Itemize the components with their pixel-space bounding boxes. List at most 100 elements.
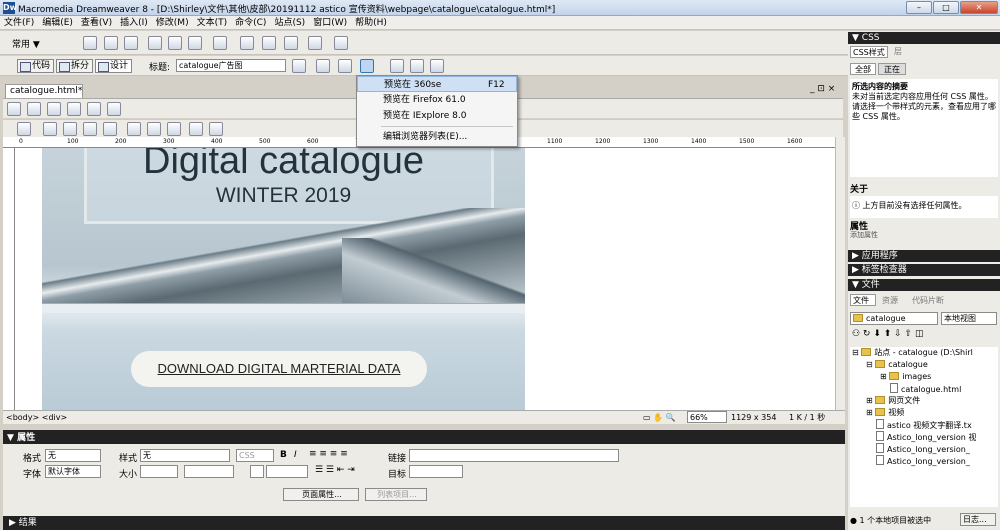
tab-assets[interactable]: 资源 xyxy=(882,295,898,306)
server-include-icon[interactable] xyxy=(262,36,276,50)
menu-insert[interactable]: 插入(I) xyxy=(116,16,152,30)
canvas-scrollbar[interactable] xyxy=(835,137,845,410)
menu-text[interactable]: 文本(T) xyxy=(193,16,232,30)
view-select[interactable]: 本地视图 xyxy=(941,312,997,325)
tag-selector[interactable]: <body> <div> xyxy=(6,411,67,424)
preview-iexplore-item[interactable]: 预览在 IExplore 8.0 xyxy=(357,108,517,124)
property-header[interactable]: ▼ 属性 xyxy=(3,432,845,444)
menu-commands[interactable]: 命令(C) xyxy=(231,16,270,30)
draw-table-icon[interactable] xyxy=(67,102,81,116)
open-icon[interactable] xyxy=(43,122,57,136)
refresh-icon[interactable] xyxy=(390,59,404,73)
preview-browser-icon[interactable] xyxy=(360,59,374,73)
tree-images-folder[interactable]: ⊞ images xyxy=(852,371,998,383)
style-select[interactable]: 无 xyxy=(140,449,230,462)
table-icon[interactable] xyxy=(148,36,162,50)
draw-cell-icon[interactable] xyxy=(87,102,101,116)
menu-window[interactable]: 窗口(W) xyxy=(309,16,351,30)
paste-icon[interactable] xyxy=(167,122,181,136)
tab-snippets[interactable]: 代码片断 xyxy=(912,295,944,306)
css-button[interactable]: CSS xyxy=(236,449,274,462)
tree-file[interactable]: Astico_long_version_ xyxy=(852,455,998,467)
frame-icon[interactable] xyxy=(107,102,121,116)
template-icon[interactable] xyxy=(308,36,322,50)
unit-select[interactable] xyxy=(184,465,234,478)
code-view-button[interactable]: 代码 xyxy=(17,59,55,73)
format-select[interactable]: 无 xyxy=(45,449,101,462)
save-icon[interactable] xyxy=(63,122,77,136)
app-panel-header[interactable]: ▶ 应用程序 xyxy=(848,250,1000,262)
doc-window-controls[interactable]: _ ⊡ × xyxy=(810,84,835,94)
zoom-select[interactable]: 66% xyxy=(687,411,727,423)
layer-icon[interactable] xyxy=(168,36,182,50)
validate-icon[interactable] xyxy=(316,59,330,73)
no-browser-check-icon[interactable] xyxy=(292,59,306,73)
tree-catalogue-html[interactable]: catalogue.html xyxy=(852,383,998,395)
visual-aids-icon[interactable] xyxy=(430,59,444,73)
email-link-icon[interactable] xyxy=(104,36,118,50)
tree-webpage-folder[interactable]: ⊞ 网页文件 xyxy=(852,395,998,407)
tree-file[interactable]: Astico_long_version_ xyxy=(852,443,998,455)
tab-css-styles[interactable]: CSS样式 xyxy=(850,46,888,58)
new-icon[interactable] xyxy=(17,122,31,136)
log-button[interactable]: 日志... xyxy=(960,513,996,526)
site-select[interactable]: catalogue xyxy=(850,312,938,325)
undo-icon[interactable] xyxy=(189,122,203,136)
tree-site-root[interactable]: ⊟ 站点 - catalogue (D:\Shirl xyxy=(852,347,998,359)
tag-chooser-icon[interactable] xyxy=(334,36,348,50)
link-input[interactable] xyxy=(409,449,619,462)
layout-mode-icon[interactable] xyxy=(47,102,61,116)
maximize-button[interactable]: □ xyxy=(933,1,959,14)
design-canvas[interactable]: Digital catalogue WINTER 2019 DOWNLOAD D… xyxy=(15,148,835,410)
comment-icon[interactable] xyxy=(284,36,298,50)
color-input[interactable] xyxy=(266,465,308,478)
menu-site[interactable]: 站点(S) xyxy=(270,16,309,30)
cut-icon[interactable] xyxy=(127,122,141,136)
save-all-icon[interactable] xyxy=(83,122,97,136)
anchor-icon[interactable] xyxy=(124,36,138,50)
close-button[interactable]: ✕ xyxy=(960,1,998,14)
download-button[interactable]: DOWNLOAD DIGITAL MARTERIAL DATA xyxy=(131,351,427,387)
menu-edit[interactable]: 编辑(E) xyxy=(38,16,77,30)
bold-button[interactable]: B xyxy=(280,450,287,460)
preview-360se-item[interactable]: 预览在 360se F12 xyxy=(357,76,517,92)
tab-files[interactable]: 文件 xyxy=(850,294,876,306)
expanded-mode-icon[interactable] xyxy=(27,102,41,116)
design-view-button[interactable]: 设计 xyxy=(95,59,133,73)
css-panel-header[interactable]: ▼ CSS xyxy=(848,32,1000,44)
view-options-icon[interactable] xyxy=(410,59,424,73)
window-size[interactable]: 1129 x 354 xyxy=(731,411,776,424)
copy-icon[interactable] xyxy=(147,122,161,136)
preview-firefox-item[interactable]: 预览在 Firefox 61.0 xyxy=(357,92,517,108)
image-icon[interactable] xyxy=(188,36,202,50)
menu-file[interactable]: 文件(F) xyxy=(0,16,38,30)
tree-catalogue-folder[interactable]: ⊟ catalogue xyxy=(852,359,998,371)
insert-category-select[interactable]: 常用 ▼ xyxy=(12,37,40,50)
page-title-input[interactable]: catalogue广告图 xyxy=(176,59,286,72)
results-panel-header[interactable]: ▶ 结果 xyxy=(3,516,845,530)
minimize-button[interactable]: – xyxy=(906,1,932,14)
target-select[interactable] xyxy=(409,465,463,478)
tree-video-folder[interactable]: ⊞ 视频 xyxy=(852,407,998,419)
date-icon[interactable] xyxy=(240,36,254,50)
font-select[interactable]: 默认字体 xyxy=(45,465,101,478)
files-panel-header[interactable]: ▼ 文件 xyxy=(848,279,1000,291)
italic-button[interactable]: I xyxy=(294,450,297,460)
media-icon[interactable] xyxy=(213,36,227,50)
align-icons[interactable]: ≡ ≡ ≡ ≡ xyxy=(309,449,348,459)
select-tool-icon[interactable]: ▭ ✋ 🔍 xyxy=(643,411,676,424)
tab-layers[interactable]: 层 xyxy=(894,46,902,57)
redo-icon[interactable] xyxy=(209,122,223,136)
files-toolbar-icons[interactable]: ⚇ ↻ ⬇ ⬆ ⇩ ⇧ ◫ xyxy=(852,329,923,339)
list-item-button[interactable]: 列表项目... xyxy=(365,488,427,501)
tag-panel-header[interactable]: ▶ 标签检查器 xyxy=(848,264,1000,276)
page-properties-button[interactable]: 页面属性... xyxy=(283,488,359,501)
print-icon[interactable] xyxy=(103,122,117,136)
tree-file[interactable]: Astico_long_version 视 xyxy=(852,431,998,443)
add-attr-label[interactable]: 添加属性 xyxy=(850,230,878,240)
standard-mode-icon[interactable] xyxy=(7,102,21,116)
file-management-icon[interactable] xyxy=(338,59,352,73)
current-button[interactable]: 正在 xyxy=(878,63,906,75)
size-select[interactable] xyxy=(140,465,178,478)
all-button[interactable]: 全部 xyxy=(850,63,876,75)
